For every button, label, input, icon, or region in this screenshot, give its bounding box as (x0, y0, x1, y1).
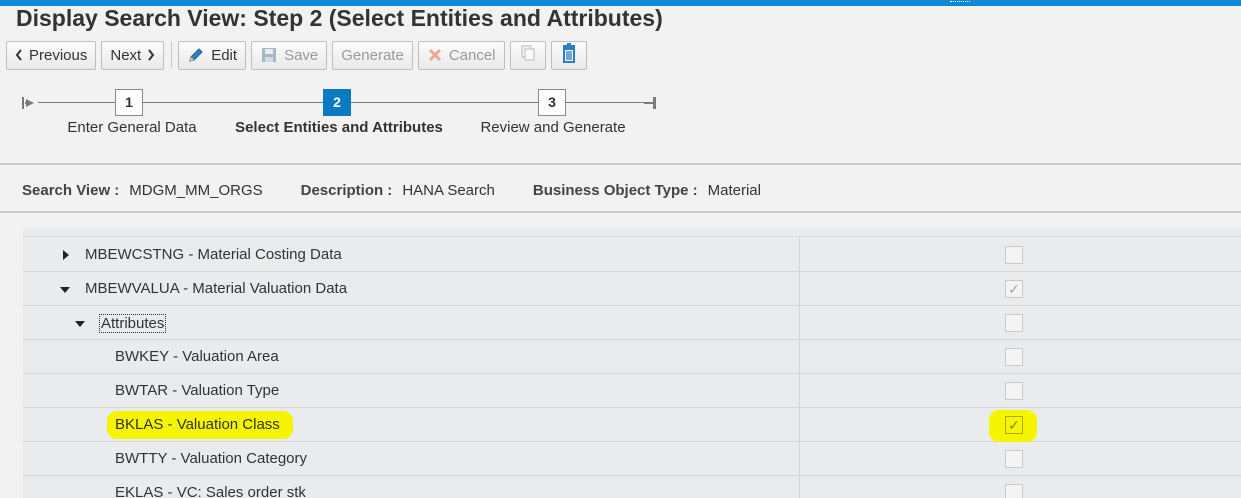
trash-icon (560, 43, 578, 67)
tree-row-partial (23, 228, 1241, 237)
select-checkbox[interactable] (1005, 314, 1023, 332)
next-button[interactable]: Next (101, 40, 165, 70)
tree-node-label: BWTAR - Valuation Type (115, 382, 280, 399)
select-checkbox[interactable] (1005, 348, 1023, 366)
tree-name-cell: Attributes (23, 306, 800, 339)
tree-row[interactable]: MBEWCSTNG - Material Costing Data (23, 238, 1241, 272)
previous-button[interactable]: Previous (6, 40, 97, 70)
tree-name-cell: BWTAR - Valuation Type (23, 374, 800, 407)
page-title: Display Search View: Step 2 (Select Enti… (16, 5, 663, 31)
expand-arrow-icon[interactable] (63, 250, 69, 260)
tree-row[interactable]: BWTAR - Valuation Type (23, 374, 1241, 408)
save-button[interactable]: Save (251, 40, 328, 70)
header-info: Search View : MDGM_MM_ORGS Description :… (22, 182, 799, 199)
generate-button[interactable]: Generate (332, 40, 413, 70)
roadmap-step-2-label[interactable]: Select Entities and Attributes (235, 119, 443, 136)
tree-row[interactable]: MBEWVALUA - Material Valuation Data ✓ (23, 272, 1241, 306)
tree-node-label: Attributes (99, 314, 167, 333)
previous-button-label: Previous (29, 46, 88, 64)
tree-row[interactable]: Attributes (23, 306, 1241, 340)
tree-node-label: BWKEY - Valuation Area (115, 348, 279, 365)
toolbar-separator (171, 42, 173, 68)
roadmap-start-icon (22, 97, 34, 109)
select-checkbox[interactable] (1005, 450, 1023, 468)
roadmap-connector (351, 102, 538, 103)
select-checkbox[interactable]: ✓ (1005, 280, 1023, 298)
roadmap-step-3-label[interactable]: Review and Generate (480, 119, 625, 136)
cross-icon (427, 47, 443, 63)
pencil-icon (187, 46, 205, 64)
collapse-arrow-icon[interactable] (60, 287, 70, 293)
resize-grip[interactable] (950, 1, 970, 3)
tree-row[interactable]: EKLAS - VC: Sales order stk (23, 476, 1241, 498)
collapse-arrow-icon[interactable] (75, 321, 85, 327)
tree-name-cell: BWKEY - Valuation Area (23, 340, 800, 373)
delete-button[interactable] (550, 40, 587, 70)
save-button-label: Save (284, 46, 319, 64)
chevron-left-icon (15, 49, 23, 61)
toolbar: Previous Next Edit Save Generate Cancel (6, 40, 592, 70)
cancel-button[interactable]: Cancel (417, 40, 505, 70)
entity-attribute-tree: MBEWCSTNG - Material Costing Data MBEWVA… (23, 228, 1241, 498)
copy-icon (519, 44, 537, 66)
chevron-right-icon (147, 49, 155, 61)
roadmap-step-3[interactable]: 3 (538, 89, 566, 116)
divider (0, 211, 1241, 213)
tree-row[interactable]: BWTTY - Valuation Category (23, 442, 1241, 476)
cancel-button-label: Cancel (448, 46, 496, 64)
edit-button-label: Edit (211, 46, 238, 64)
roadmap-connector (143, 102, 323, 103)
next-button-label: Next (110, 46, 142, 64)
roadmap-connector (38, 102, 116, 103)
description-value: HANA Search (402, 182, 495, 199)
business-object-type-value: Material (707, 182, 761, 199)
tree-node-label: BKLAS - Valuation Class (115, 416, 280, 433)
tree-name-cell: MBEWCSTNG - Material Costing Data (23, 238, 800, 271)
roadmap-connector (566, 102, 648, 103)
select-checkbox[interactable] (1005, 246, 1023, 264)
floppy-disk-icon (260, 46, 278, 64)
search-view-label: Search View : (22, 182, 120, 199)
roadmap-end-icon (644, 97, 656, 109)
copy-button[interactable] (509, 40, 546, 70)
generate-button-label: Generate (341, 46, 404, 64)
tree-name-cell: BWTTY - Valuation Category (23, 442, 800, 475)
search-view-value: MDGM_MM_ORGS (129, 182, 263, 199)
tree-node-label: BWTTY - Valuation Category (115, 450, 308, 467)
tree-node-label: MBEWVALUA - Material Valuation Data (85, 280, 348, 297)
tree-node-label: MBEWCSTNG - Material Costing Data (85, 246, 342, 263)
tree-name-cell: EKLAS - VC: Sales order stk (23, 476, 800, 498)
edit-button[interactable]: Edit (178, 40, 247, 70)
tree-node-label: EKLAS - VC: Sales order stk (115, 484, 306, 498)
business-object-type-label: Business Object Type : (532, 182, 698, 199)
select-checkbox[interactable]: ✓ (1005, 416, 1023, 434)
tree-name-cell: MBEWVALUA - Material Valuation Data (23, 272, 800, 305)
roadmap-step-1[interactable]: 1 (115, 89, 143, 116)
description-label: Description : (300, 182, 393, 199)
tree-row[interactable]: BWKEY - Valuation Area (23, 340, 1241, 374)
select-checkbox[interactable] (1005, 484, 1023, 498)
tree-row[interactable]: BKLAS - Valuation Class ✓ (23, 408, 1241, 442)
roadmap-step-2[interactable]: 2 (323, 89, 351, 116)
tree-name-cell: BKLAS - Valuation Class (23, 408, 800, 441)
roadmap: 1 2 3 Enter General Data Select Entities… (0, 84, 1241, 148)
divider (0, 163, 1241, 165)
select-checkbox[interactable] (1005, 382, 1023, 400)
roadmap-step-1-label[interactable]: Enter General Data (67, 119, 196, 136)
